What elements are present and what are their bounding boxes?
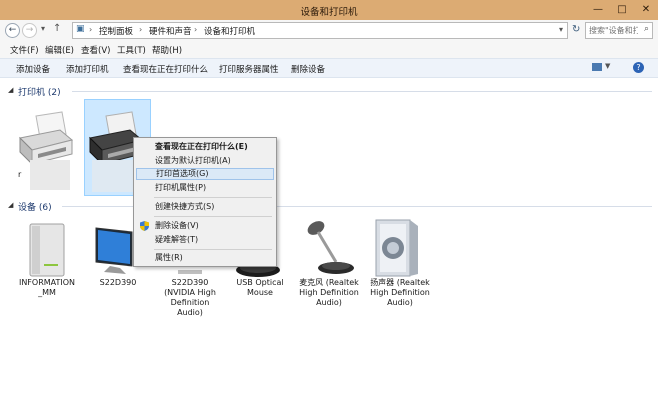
device-label-line: USB Optical — [236, 278, 284, 287]
device-label-line: High Definition — [370, 288, 430, 297]
forward-button[interactable]: → — [22, 23, 37, 38]
collapse-arrow-icon[interactable]: ◢ — [8, 201, 13, 209]
device-label-line: S22D390 — [99, 278, 137, 287]
menu-item-set-default[interactable]: 设置为默认打印机(A) — [136, 155, 274, 167]
section-divider — [72, 91, 652, 92]
menu-help[interactable]: 帮助(H) — [152, 44, 182, 56]
menu-item-printing-preferences[interactable]: 打印首选项(G) — [136, 168, 274, 180]
view-options-icon[interactable] — [592, 63, 602, 71]
arrow-up-icon: ↑ — [53, 23, 62, 34]
printers-section-header[interactable]: ◢ 打印机 (2) — [0, 85, 658, 98]
menu-item-see-whats-printing[interactable]: 查看现在正在打印什么(E) — [136, 141, 274, 153]
context-menu: 查看现在正在打印什么(E) 设置为默认打印机(A) 打印首选项(G) 打印机属性… — [133, 137, 277, 267]
chevron-right-icon: › — [89, 25, 93, 34]
menu-file[interactable]: 文件(F) — [10, 44, 39, 56]
menu-item-create-shortcut[interactable]: 创建快捷方式(S) — [136, 201, 274, 213]
add-printer-button[interactable]: 添加打印机 — [66, 63, 109, 75]
device-label-line: Audio) — [316, 298, 342, 307]
minimize-button[interactable]: — — [586, 0, 610, 20]
search-box[interactable]: ⌕ — [585, 22, 653, 39]
menu-tools[interactable]: 工具(T) — [117, 44, 146, 56]
device-label-line: Mouse — [247, 288, 273, 297]
title-bar: 设备和打印机 — □ ✕ — [0, 0, 658, 20]
search-icon[interactable]: ⌕ — [644, 24, 649, 34]
menu-separator — [154, 197, 272, 198]
breadcrumb-devices-printers[interactable]: 设备和打印机 — [204, 25, 255, 37]
device-label-line: INFORMATION — [18, 278, 76, 287]
search-input[interactable] — [586, 23, 638, 38]
device-label-line: S22D390 — [171, 278, 209, 287]
menu-item-troubleshoot[interactable]: 疑难解答(T) — [136, 234, 274, 246]
device-label-line: Audio) — [177, 308, 203, 317]
close-button[interactable]: ✕ — [634, 0, 658, 20]
arrow-right-icon: → — [25, 25, 34, 35]
window-title: 设备和打印机 — [300, 7, 358, 18]
device-label-line: _MM — [38, 288, 56, 297]
collapse-arrow-icon[interactable]: ◢ — [8, 86, 13, 94]
address-row: ← → ▾ ↑ ▣ › 控制面板 › 硬件和声音 › 设备和打印机 ▾ ↻ ⌕ — [0, 20, 658, 42]
refresh-icon[interactable]: ↻ — [572, 24, 580, 35]
recent-locations-button[interactable]: ▾ — [41, 24, 45, 33]
print-server-properties-button[interactable]: 打印服务器属性 — [219, 63, 279, 75]
menu-item-printer-properties[interactable]: 打印机属性(P) — [136, 182, 274, 194]
menu-item-label: 删除设备(V) — [155, 221, 199, 230]
control-panel-icon: ▣ — [76, 24, 85, 34]
menu-edit[interactable]: 编辑(E) — [45, 44, 74, 56]
add-device-button[interactable]: 添加设备 — [16, 63, 50, 75]
printers-section-title: 打印机 (2) — [18, 88, 61, 98]
menu-separator — [154, 249, 272, 250]
chevron-right-icon: › — [194, 25, 198, 34]
redacted-printer-name — [30, 160, 70, 190]
device-item-microphone[interactable]: 麦克风 (Realtek High Definition Audio) — [296, 218, 362, 318]
external-drive-icon — [29, 223, 65, 277]
breadcrumb-hardware-sound[interactable]: 硬件和声音 — [149, 25, 192, 37]
device-item-information-mm[interactable]: INFORMATION _MM — [14, 218, 80, 318]
device-label-line: 麦克风 (Realtek — [299, 278, 359, 287]
help-icon[interactable]: ? — [633, 62, 644, 73]
device-item-speaker[interactable]: 扬声器 (Realtek High Definition Audio) — [366, 218, 434, 318]
command-bar: 添加设备 添加打印机 查看现在正在打印什么 打印服务器属性 删除设备 ▼ ? — [0, 58, 658, 78]
menu-view[interactable]: 查看(V) — [81, 44, 110, 56]
device-label-line: High Definition — [299, 288, 359, 297]
breadcrumb-control-panel[interactable]: 控制面板 — [99, 25, 133, 37]
devices-section-header[interactable]: ◢ 设备 (6) — [0, 200, 658, 213]
address-bar[interactable]: ▣ › 控制面板 › 硬件和声音 › 设备和打印机 ▾ — [72, 22, 568, 39]
microphone-icon — [307, 221, 354, 274]
devices-section-title: 设备 (6) — [18, 203, 52, 213]
maximize-button[interactable]: □ — [610, 0, 634, 20]
device-label-line: Definition — [170, 298, 210, 307]
chevron-down-icon: ▾ — [41, 24, 46, 33]
menu-item-properties[interactable]: 属性(R) — [136, 252, 274, 264]
menu-separator — [154, 216, 272, 217]
remove-device-button[interactable]: 删除设备 — [291, 63, 325, 75]
device-label-line: (NVIDIA High — [164, 288, 216, 297]
back-button[interactable]: ← — [5, 23, 20, 38]
arrow-left-icon: ← — [8, 25, 17, 35]
menu-bar: 文件(F) 编辑(E) 查看(V) 工具(T) 帮助(H) — [0, 42, 658, 58]
menu-item-remove-device[interactable]: 删除设备(V) — [136, 220, 274, 232]
speaker-icon — [375, 219, 418, 277]
up-button[interactable]: ↑ — [53, 23, 61, 34]
chevron-down-icon[interactable]: ▾ — [559, 25, 563, 34]
device-label-line: Audio) — [387, 298, 413, 307]
device-label-line: 扬声器 (Realtek — [370, 278, 430, 287]
chevron-down-icon[interactable]: ▼ — [605, 62, 610, 70]
uac-shield-icon — [140, 221, 149, 231]
chevron-right-icon: › — [139, 25, 143, 34]
see-whats-printing-button[interactable]: 查看现在正在打印什么 — [123, 63, 208, 75]
